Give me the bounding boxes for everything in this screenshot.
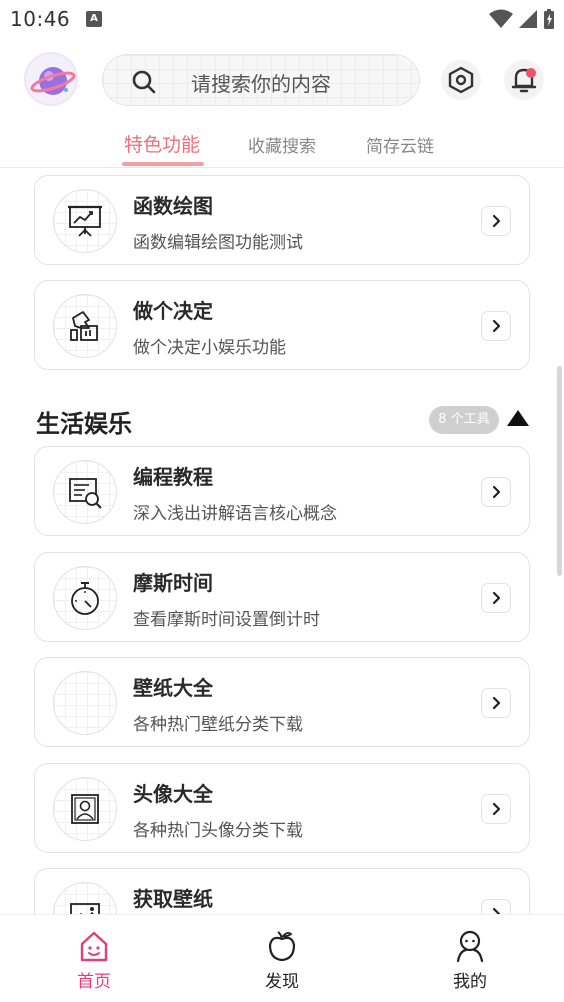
card-desc: 做个决定小娱乐功能 xyxy=(133,338,286,358)
chevron-right-icon[interactable] xyxy=(481,311,511,341)
code-tutorial-icon xyxy=(53,460,117,524)
card-desc: 各种热门头像分类下载 xyxy=(133,821,303,841)
card-title: 做个决定 xyxy=(133,299,213,323)
chevron-right-icon[interactable] xyxy=(481,477,511,507)
chevron-right-icon[interactable] xyxy=(481,206,511,236)
chart-board-icon xyxy=(53,189,117,253)
status-bar: 10:46 A xyxy=(0,0,564,40)
nav-discover[interactable]: 发现 xyxy=(222,915,342,1002)
status-icons xyxy=(488,8,556,30)
chevron-right-icon[interactable] xyxy=(481,794,511,824)
card-title: 编程教程 xyxy=(133,465,213,489)
tab-featured[interactable]: 特色功能 xyxy=(124,130,200,157)
card-avatar-collection[interactable]: 头像大全 各种热门头像分类下载 xyxy=(34,763,530,853)
card-coding-tutorial[interactable]: 编程教程 深入浅出讲解语言核心概念 xyxy=(34,446,530,536)
card-title: 头像大全 xyxy=(133,782,213,806)
tab-favorites[interactable]: 收藏搜索 xyxy=(248,132,316,157)
chevron-right-icon[interactable] xyxy=(481,688,511,718)
status-time: 10:46 xyxy=(10,7,71,31)
bottom-nav: 首页 发现 我的 xyxy=(0,914,564,1002)
header: 请搜索你的内容 xyxy=(0,40,564,122)
card-title: 函数绘图 xyxy=(133,194,213,218)
wallpaper-icon xyxy=(53,671,117,735)
card-desc: 查看摩斯时间设置倒计时 xyxy=(133,610,320,630)
apple-icon xyxy=(268,931,296,962)
card-desc: 各种热门壁纸分类下载 xyxy=(133,715,303,735)
settings-button[interactable] xyxy=(441,60,481,100)
stopwatch-icon xyxy=(53,566,117,630)
search-input[interactable]: 请搜索你的内容 xyxy=(102,54,420,106)
tab-active-indicator xyxy=(122,162,204,166)
person-icon xyxy=(456,930,484,963)
cell-signal-icon xyxy=(519,10,537,28)
tab-bar: 特色功能 收藏搜索 简存云链 xyxy=(0,122,564,168)
content-list[interactable]: 函数绘图 函数编辑绘图功能测试 做个决定 做个决定小娱乐功能 生活娱乐 8 个工… xyxy=(0,168,564,914)
nav-home[interactable]: 首页 xyxy=(34,915,154,1002)
nav-label: 我的 xyxy=(453,972,487,992)
card-wallpaper-collection[interactable]: 壁纸大全 各种热门壁纸分类下载 xyxy=(34,657,530,747)
card-title: 摩斯时间 xyxy=(133,571,213,595)
card-desc: 函数编辑绘图功能测试 xyxy=(133,233,303,253)
card-get-wallpaper[interactable]: 获取壁纸 xyxy=(34,868,530,914)
notification-app-icon: A xyxy=(86,11,102,27)
chevron-right-icon[interactable] xyxy=(481,583,511,613)
card-morse-time[interactable]: 摩斯时间 查看摩斯时间设置倒计时 xyxy=(34,552,530,642)
tool-count-badge: 8 个工具 xyxy=(429,406,499,434)
avatar-portrait-icon xyxy=(53,777,117,841)
chevron-right-icon[interactable] xyxy=(481,899,511,914)
card-make-decision[interactable]: 做个决定 做个决定小娱乐功能 xyxy=(34,280,530,370)
tab-cloud-links[interactable]: 简存云链 xyxy=(366,132,434,157)
image-icon xyxy=(53,882,117,914)
notification-dot xyxy=(526,68,536,78)
search-placeholder: 请搜索你的内容 xyxy=(191,72,331,96)
card-desc: 深入浅出讲解语言核心概念 xyxy=(133,504,337,524)
card-title: 获取壁纸 xyxy=(133,887,213,911)
notification-button[interactable] xyxy=(504,60,544,100)
hand-ballot-icon xyxy=(53,294,117,358)
home-icon xyxy=(80,931,108,962)
card-title: 壁纸大全 xyxy=(133,676,213,700)
scrollbar[interactable] xyxy=(557,366,562,576)
nav-profile[interactable]: 我的 xyxy=(410,915,530,1002)
search-icon xyxy=(132,70,156,94)
section-title: 生活娱乐 xyxy=(36,410,132,438)
card-function-plot[interactable]: 函数绘图 函数编辑绘图功能测试 xyxy=(34,175,530,265)
nav-label: 发现 xyxy=(265,972,299,992)
collapse-triangle-icon[interactable] xyxy=(506,408,530,432)
battery-icon xyxy=(544,9,554,29)
nav-label: 首页 xyxy=(77,972,111,992)
wifi-icon xyxy=(489,9,513,28)
hexagon-settings-icon xyxy=(448,66,474,94)
planet-logo-icon[interactable] xyxy=(24,52,78,106)
